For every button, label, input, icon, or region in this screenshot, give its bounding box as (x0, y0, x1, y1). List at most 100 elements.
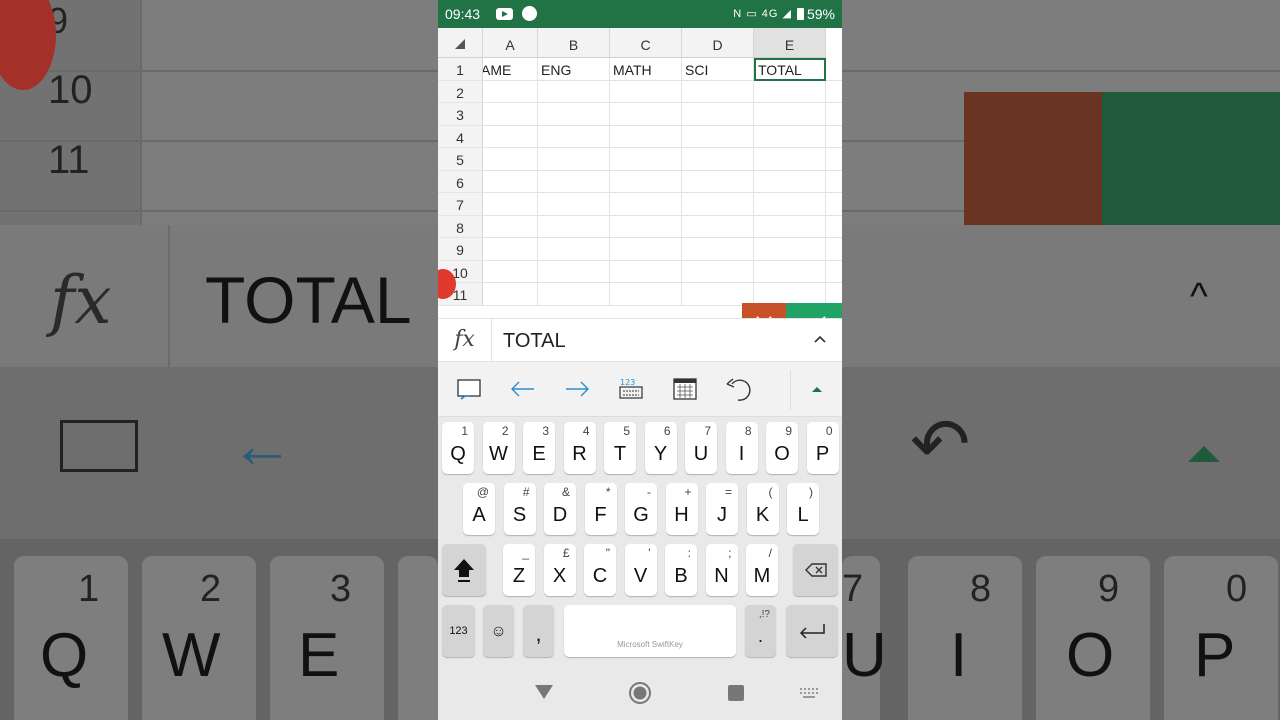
key-t[interactable]: 5T (604, 422, 636, 474)
row-header-8[interactable]: 8 (438, 215, 483, 238)
cell-d1[interactable]: SCI (682, 58, 754, 81)
cell-f8[interactable] (826, 216, 842, 238)
cell-d4[interactable] (682, 125, 754, 148)
select-all-corner[interactable] (438, 28, 483, 58)
row-header-5[interactable]: 5 (438, 148, 483, 171)
cell-b6[interactable] (538, 170, 610, 193)
key-u[interactable]: 7U (685, 422, 717, 474)
key-e[interactable]: 3E (523, 422, 555, 474)
cell-c2[interactable] (610, 80, 682, 103)
cell-e2[interactable] (754, 80, 826, 103)
key-w[interactable]: 2W (482, 422, 515, 474)
key-k[interactable]: (K (746, 483, 779, 535)
key-s[interactable]: # S (503, 483, 536, 535)
row-header-4[interactable]: 4 (438, 125, 483, 148)
cell-f1[interactable] (826, 58, 842, 81)
cell-f9[interactable] (826, 238, 842, 261)
cell-c6[interactable] (610, 170, 682, 193)
key-p[interactable]: 0P (806, 422, 839, 474)
cell-b5[interactable] (538, 148, 610, 171)
calendar-icon[interactable] (668, 372, 702, 406)
cell-f4[interactable] (826, 126, 842, 148)
enter-key[interactable] (786, 605, 838, 657)
space-key[interactable]: Microsoft SwiftKey (564, 605, 736, 657)
cell-c1[interactable]: MATH (610, 58, 682, 81)
cell-c8[interactable] (610, 215, 682, 238)
cell-e8[interactable] (754, 215, 826, 238)
key-n[interactable]: ; N (705, 544, 738, 596)
shift-key[interactable] (442, 544, 486, 596)
cell-c7[interactable] (610, 193, 682, 216)
cell-b10[interactable] (538, 260, 610, 283)
key-m[interactable]: / M (746, 544, 778, 596)
cell-b2[interactable] (538, 80, 610, 103)
key-h[interactable]: + H (665, 483, 698, 535)
confirm-edit-button[interactable] (786, 303, 842, 318)
key-g[interactable]: -G (625, 483, 657, 535)
arrow-left-icon[interactable] (506, 372, 540, 406)
cell-a5[interactable] (483, 148, 538, 171)
key-d[interactable]: & D (544, 483, 576, 535)
key-y[interactable]: 6Y (644, 422, 677, 474)
column-header-a[interactable]: A (483, 28, 538, 58)
keyboard-hide-icon[interactable] (800, 688, 818, 698)
cell-f7[interactable] (826, 193, 842, 216)
key-z[interactable]: _ Z (503, 544, 535, 596)
cell-d6[interactable] (682, 170, 754, 193)
cell-b8[interactable] (538, 215, 610, 238)
cell-e9[interactable] (754, 238, 826, 261)
key-j[interactable]: = J (706, 483, 738, 535)
row-header-2[interactable]: 2 (438, 80, 483, 103)
cell-b4[interactable] (538, 125, 610, 148)
cell-c11[interactable] (610, 283, 682, 306)
cell-e5[interactable] (754, 148, 826, 171)
cell-c10[interactable] (610, 260, 682, 283)
numbers-key[interactable]: 123 (442, 605, 475, 657)
cell-a9[interactable] (483, 238, 538, 261)
chevron-up-icon[interactable] (814, 331, 826, 349)
cell-e4[interactable] (754, 125, 826, 148)
cell-b7[interactable] (538, 193, 610, 216)
cell-d9[interactable] (682, 238, 754, 261)
key-c[interactable]: " C (584, 544, 616, 596)
cell-a3[interactable] (483, 103, 538, 126)
period-key[interactable]: ,!?. (745, 605, 776, 657)
cell-a4[interactable] (483, 125, 538, 148)
key-i[interactable]: 8I (725, 422, 758, 474)
column-header-e[interactable]: E (754, 28, 826, 58)
cell-c9[interactable] (610, 238, 682, 261)
cell-a2[interactable] (483, 80, 538, 103)
cell-b11[interactable] (538, 283, 610, 306)
expand-up-icon[interactable] (800, 372, 834, 406)
cell-c5[interactable] (610, 148, 682, 171)
cell-e6[interactable] (754, 170, 826, 193)
cell-b3[interactable] (538, 103, 610, 126)
cell-e3[interactable] (754, 103, 826, 126)
numeric-keyboard-icon[interactable]: 123 (614, 372, 648, 406)
cell-d8[interactable] (682, 215, 754, 238)
cancel-edit-button[interactable] (742, 303, 786, 318)
key-o[interactable]: 9O (766, 422, 798, 474)
cell-a7[interactable] (483, 193, 538, 216)
spreadsheet-grid[interactable]: ABCDE 1 2 3 4 5 6 7 8 9 10 11 AME ENG MATH SCI TOTAL (438, 28, 842, 318)
column-header-b[interactable]: B (538, 28, 610, 58)
cell-a6[interactable] (483, 170, 538, 193)
undo-icon[interactable] (722, 372, 756, 406)
key-a[interactable]: @ A (463, 483, 495, 535)
backspace-key[interactable] (793, 544, 838, 596)
cell-c3[interactable] (610, 103, 682, 126)
cell-f10[interactable] (826, 261, 842, 283)
cell-e7[interactable] (754, 193, 826, 216)
cell-e10[interactable] (754, 260, 826, 283)
row-header-1[interactable]: 1 (438, 58, 483, 81)
cell-d10[interactable] (682, 260, 754, 283)
key-r[interactable]: 4R (563, 422, 596, 474)
cell-a11[interactable] (483, 283, 538, 306)
cell-d2[interactable] (682, 80, 754, 103)
emoji-key[interactable]: ☺ (483, 605, 514, 657)
row-header-7[interactable]: 7 (438, 193, 483, 216)
key-f[interactable]: * F (584, 483, 617, 535)
cell-a8[interactable] (483, 215, 538, 238)
recents-nav-icon[interactable] (728, 685, 744, 701)
cell-d3[interactable] (682, 103, 754, 126)
